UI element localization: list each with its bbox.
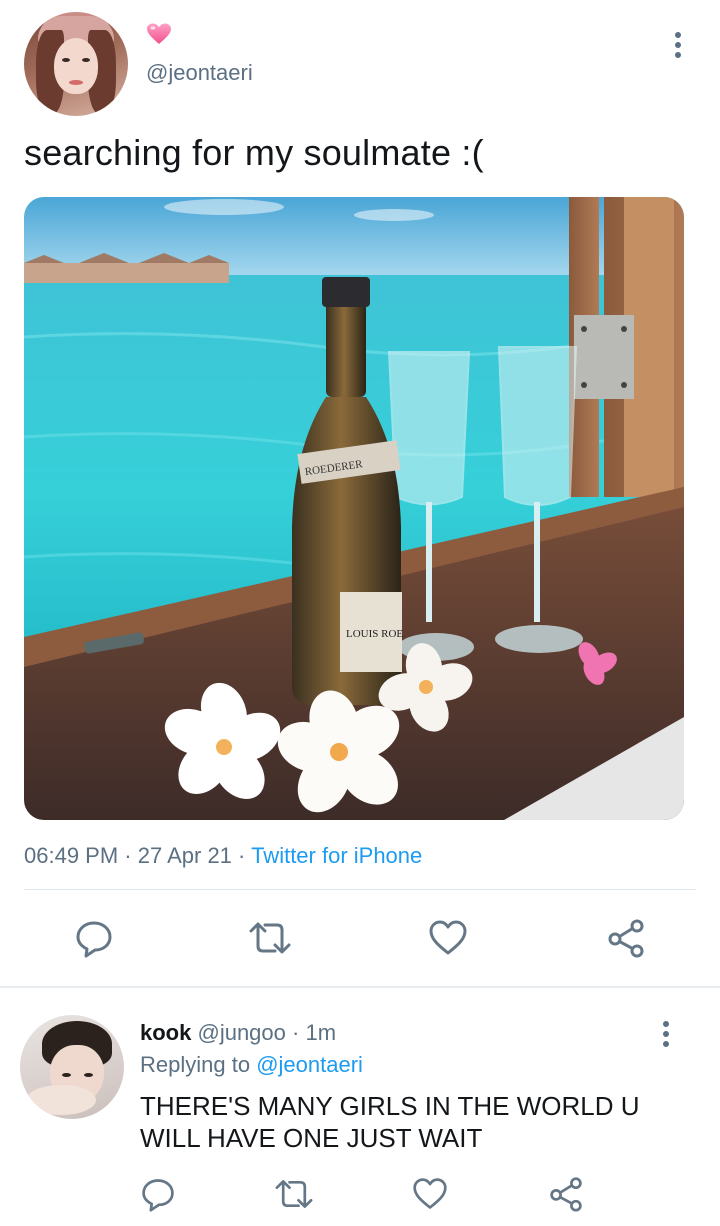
reply-header: kook @jungoo · 1m (140, 1020, 336, 1046)
reply-retweet-button[interactable] (270, 1170, 318, 1218)
share-icon (608, 919, 644, 958)
meta-separator: · (231, 843, 252, 868)
meta-separator: · (118, 843, 138, 868)
reply-button[interactable] (70, 914, 118, 962)
section-divider (0, 986, 720, 988)
author-avatar[interactable] (24, 12, 128, 116)
retweet-icon (249, 922, 291, 954)
tweet-date: 27 Apr 21 (137, 843, 232, 868)
reply-time: 1m (305, 1020, 337, 1045)
tweet-time: 06:49 PM (24, 843, 119, 868)
tweet-photo[interactable]: ROEDERER LOUIS ROE (24, 197, 684, 820)
share-icon (550, 1177, 582, 1212)
reply-text: THERE'S MANY GIRLS IN THE WORLD U WILL H… (140, 1091, 640, 1153)
author-handle[interactable]: @jeontaeri (146, 60, 253, 86)
like-icon (413, 1178, 447, 1209)
more-icon[interactable] (666, 30, 690, 60)
replying-mention[interactable]: @jeontaeri (256, 1052, 363, 1077)
like-icon (429, 920, 467, 955)
tweet-text: searching for my soulmate :( (24, 132, 484, 173)
like-button[interactable] (424, 914, 472, 962)
share-button[interactable] (602, 914, 650, 962)
reply-icon (76, 921, 112, 958)
retweet-button[interactable] (246, 914, 294, 962)
more-icon[interactable] (654, 1020, 678, 1048)
replying-to: Replying to @jeontaeri (140, 1052, 363, 1078)
reply-author-name[interactable]: kook (140, 1020, 191, 1045)
retweet-icon (275, 1180, 313, 1208)
replying-prefix: Replying to (140, 1052, 257, 1077)
reply-author-handle[interactable]: @jungoo (197, 1020, 285, 1045)
bottle-label-main: LOUIS ROE (346, 628, 403, 640)
reply-icon (142, 1179, 174, 1212)
reply-share-button[interactable] (542, 1170, 590, 1218)
tweet-source[interactable]: Twitter for iPhone (251, 843, 422, 868)
reply-separator: · (285, 1020, 306, 1045)
reply-reply-button[interactable] (134, 1170, 182, 1218)
reply-like-button[interactable] (406, 1170, 454, 1218)
divider (24, 889, 696, 890)
pink-heart-icon (147, 23, 171, 44)
tweet-meta: 06:49 PM · 27 Apr 21 · Twitter for iPhon… (24, 843, 422, 869)
reply-avatar[interactable] (20, 1015, 124, 1119)
